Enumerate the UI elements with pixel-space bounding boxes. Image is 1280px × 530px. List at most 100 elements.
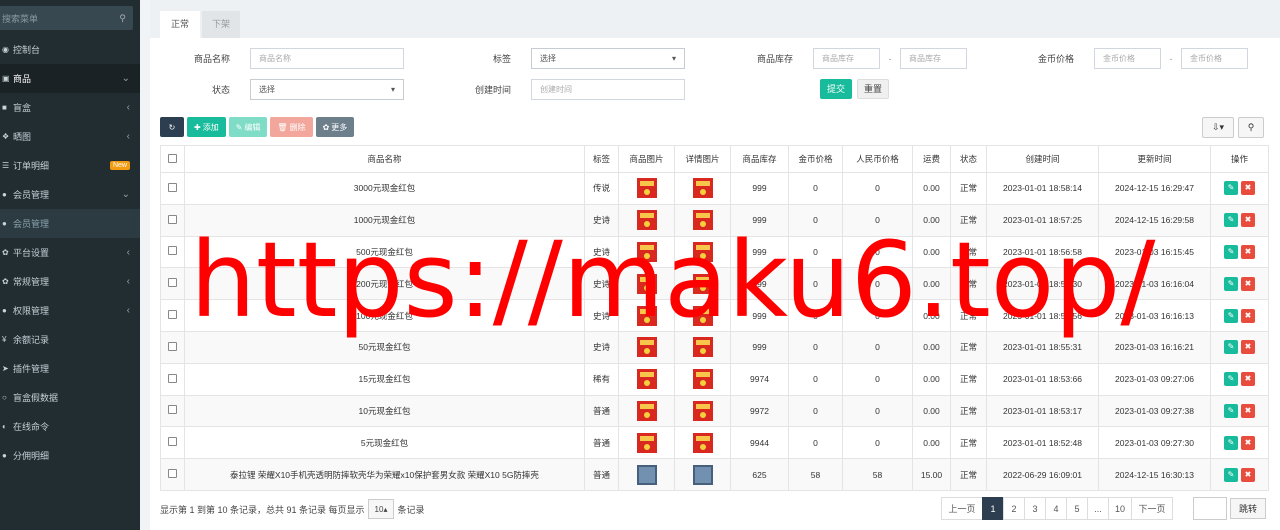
table-row[interactable]: 200元现金红包 史诗 999 0 0 0.00 正常 2023-01-01 18:56:30…: [160, 267, 1269, 301]
sidebar-item[interactable]: ☰ 订单明细 New: [0, 151, 140, 180]
product-image-cell[interactable]: [618, 299, 675, 332]
delete-row-button[interactable]: ✖: [1241, 403, 1255, 418]
sidebar-search[interactable]: 搜索菜单 ⚲: [0, 6, 133, 30]
edit-row-button[interactable]: ✎: [1224, 403, 1238, 418]
name-filter-input[interactable]: 商品名称: [250, 48, 404, 69]
edit-row-button[interactable]: ✎: [1224, 181, 1238, 196]
page-number-button[interactable]: 5: [1066, 497, 1088, 520]
next-page-button[interactable]: 下一页: [1131, 497, 1174, 520]
page-number-button[interactable]: 10: [1108, 497, 1133, 520]
product-image[interactable]: [636, 210, 657, 231]
delete-row-button[interactable]: ✖: [1241, 276, 1255, 291]
page-number-button[interactable]: ...: [1087, 497, 1109, 520]
sidebar-item[interactable]: ■ 盲盒 ‹: [0, 93, 140, 122]
delete-row-button[interactable]: ✖: [1241, 340, 1255, 355]
edit-row-button[interactable]: ✎: [1224, 244, 1238, 259]
coin-max-input[interactable]: 金币价格: [1181, 48, 1248, 69]
row-checkbox[interactable]: [168, 341, 177, 351]
page-number-button[interactable]: 1: [982, 497, 1004, 520]
detail-image[interactable]: [692, 273, 713, 294]
product-image-cell[interactable]: [618, 426, 675, 460]
table-row[interactable]: 50元现金红包 史诗 999 0 0 0.00 正常 2023-01-01 18:55:31 2…: [160, 330, 1269, 364]
row-checkbox[interactable]: [168, 373, 177, 383]
row-select-cell[interactable]: [160, 267, 185, 301]
sidebar-item[interactable]: ◐ 在线命令: [0, 412, 140, 441]
edit-row-button[interactable]: ✎: [1224, 340, 1238, 355]
row-select-cell[interactable]: [160, 203, 185, 237]
detail-image-cell[interactable]: [674, 362, 731, 396]
edit-row-button[interactable]: ✎: [1224, 308, 1238, 323]
edit-row-button[interactable]: ✎: [1224, 213, 1238, 228]
sidebar-item[interactable]: ❖ 晒图 ‹: [0, 122, 140, 151]
row-select-cell[interactable]: [160, 299, 185, 332]
tab-off-shelf[interactable]: 下架: [202, 11, 240, 38]
page-number-button[interactable]: 3: [1024, 497, 1046, 520]
detail-image-cell[interactable]: [674, 330, 731, 364]
product-image-cell[interactable]: [618, 203, 675, 237]
sidebar-item[interactable]: ● 会员管理 ⌄: [0, 180, 140, 209]
product-image-cell[interactable]: [618, 362, 675, 396]
stock-min-input[interactable]: 商品库存: [813, 48, 880, 69]
detail-image-cell[interactable]: [674, 426, 731, 460]
table-search-button[interactable]: ⚲: [1238, 117, 1264, 138]
detail-image[interactable]: [692, 210, 713, 231]
row-select-cell[interactable]: [160, 172, 185, 205]
product-image-cell[interactable]: [618, 394, 675, 428]
table-row[interactable]: 15元现金红包 稀有 9974 0 0 0.00 正常 2023-01-01 18:53:66…: [160, 362, 1269, 396]
row-checkbox[interactable]: [168, 469, 177, 479]
sidebar-item[interactable]: ✿ 常规管理 ‹: [0, 267, 140, 296]
page-jump-input[interactable]: [1193, 497, 1227, 520]
sidebar-search-input[interactable]: 搜索菜单: [2, 12, 38, 25]
edit-row-button[interactable]: ✎: [1224, 467, 1238, 482]
row-select-cell[interactable]: [160, 426, 185, 460]
detail-image[interactable]: [692, 464, 713, 485]
sidebar-item[interactable]: ◉ 控制台: [0, 35, 140, 64]
sidebar-item[interactable]: ○ 盲盒假数据: [0, 383, 140, 412]
detail-image-cell[interactable]: [674, 235, 731, 269]
edit-row-button[interactable]: ✎: [1224, 276, 1238, 291]
sidebar-item[interactable]: ➤ 插件管理: [0, 354, 140, 383]
table-row[interactable]: 5元现金红包 普通 9944 0 0 0.00 正常 2023-01-01 18:52:48 2…: [160, 426, 1269, 460]
product-image-cell[interactable]: [618, 172, 675, 205]
product-image-cell[interactable]: [618, 267, 675, 301]
row-select-cell[interactable]: [160, 235, 185, 269]
reset-button[interactable]: 重置: [857, 79, 889, 99]
product-image-cell[interactable]: [618, 330, 675, 364]
product-image[interactable]: [636, 432, 657, 453]
sidebar-item[interactable]: ▣ 商品 ⌄: [0, 64, 140, 93]
status-filter-select[interactable]: 选择 ▾: [250, 79, 404, 100]
edit-row-button[interactable]: ✎: [1224, 372, 1238, 387]
row-checkbox[interactable]: [168, 405, 177, 415]
table-row[interactable]: 3000元现金红包 传说 999 0 0 0.00 正常 2023-01-01 18:58:1…: [160, 172, 1269, 205]
search-icon[interactable]: ⚲: [119, 13, 126, 24]
edit-row-button[interactable]: ✎: [1224, 435, 1238, 450]
delete-button[interactable]: 🗑 删除: [270, 117, 313, 137]
detail-image-cell[interactable]: [674, 458, 731, 491]
product-image[interactable]: [636, 273, 657, 294]
delete-row-button[interactable]: ✖: [1241, 308, 1255, 323]
delete-row-button[interactable]: ✖: [1241, 181, 1255, 196]
product-image[interactable]: [636, 400, 657, 421]
detail-image-cell[interactable]: [674, 172, 731, 205]
select-all-header[interactable]: [160, 145, 185, 173]
product-image[interactable]: [636, 241, 657, 262]
detail-image-cell[interactable]: [674, 267, 731, 301]
row-checkbox[interactable]: [168, 310, 177, 320]
delete-row-button[interactable]: ✖: [1241, 213, 1255, 228]
row-checkbox[interactable]: [168, 246, 177, 256]
select-all-checkbox[interactable]: [168, 153, 177, 163]
product-image[interactable]: [636, 337, 657, 358]
row-checkbox[interactable]: [168, 214, 177, 224]
detail-image-cell[interactable]: [674, 394, 731, 428]
edit-button[interactable]: ✎ 编辑: [228, 117, 268, 137]
product-image-cell[interactable]: [618, 235, 675, 269]
delete-row-button[interactable]: ✖: [1241, 372, 1255, 387]
row-checkbox[interactable]: [168, 182, 177, 192]
detail-image-cell[interactable]: [674, 299, 731, 332]
row-select-cell[interactable]: [160, 458, 185, 491]
sidebar-item[interactable]: ● 权限管理 ‹: [0, 296, 140, 325]
table-row[interactable]: 1000元现金红包 史诗 999 0 0 0.00 正常 2023-01-01 18:57:2…: [160, 203, 1269, 237]
table-row[interactable]: 100元现金红包 史诗 999 0 0 0.00 正常 2023-01-01 18:55:56…: [160, 299, 1269, 332]
stock-max-input[interactable]: 商品库存: [900, 48, 967, 69]
detail-image[interactable]: [692, 369, 713, 390]
